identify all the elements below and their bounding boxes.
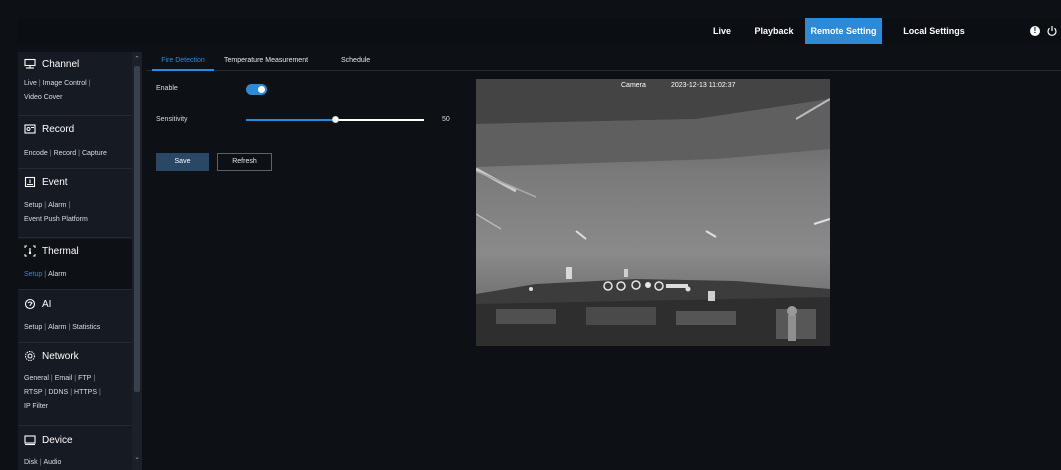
tab-schedule[interactable]: Schedule (341, 52, 381, 71)
thermal-preview: Camera 2023-12-13 11:02:37 (476, 79, 830, 346)
sidebar-links-network: General | Email | FTP | RTSP | DDNS | HTTPS | IP F… (24, 375, 101, 410)
sidebar-link-ddns[interactable]: DDNS (48, 389, 68, 396)
sidebar-link-event-setup[interactable]: Setup (24, 202, 42, 209)
sidebar-title-thermal: Thermal (42, 245, 79, 257)
sidebar-link-rtsp[interactable]: RTSP (24, 389, 43, 396)
nav-remote-setting[interactable]: Remote Setting (805, 18, 882, 44)
sidebar-links-record: Encode | Record | Capture (24, 150, 107, 157)
sidebar-heading-device[interactable]: Device (24, 434, 73, 446)
main-content: Fire Detection Temperature Measurement S… (146, 52, 1061, 470)
sidebar-link-live[interactable]: Live (24, 80, 37, 87)
sidebar-title-channel: Channel (42, 58, 80, 70)
sidebar-section-event: Event Setup | Alarm | Event Push Platform (18, 170, 132, 238)
sidebar-heading-ai[interactable]: AI (24, 298, 51, 310)
save-button[interactable]: Save (156, 153, 209, 171)
sidebar-link-image-control[interactable]: Image Control (43, 80, 87, 87)
sidebar-section-device: Device Disk | Audio (18, 427, 132, 470)
refresh-button[interactable]: Refresh (217, 153, 272, 171)
sensitivity-label: Sensitivity (156, 116, 188, 123)
sidebar-link-https[interactable]: HTTPS (74, 389, 97, 396)
tab-temperature-measurement[interactable]: Temperature Measurement (224, 52, 322, 71)
sidebar-link-ip-filter[interactable]: IP Filter (24, 403, 48, 410)
channel-icon (24, 58, 36, 69)
sidebar-link-disk[interactable]: Disk (24, 459, 38, 466)
sidebar: Channel Live | Image Control | Video Cover … (18, 52, 142, 470)
sidebar-link-event-push-platform[interactable]: Event Push Platform (24, 216, 88, 223)
nav-local-settings[interactable]: Local Settings (888, 18, 980, 44)
sidebar-section-thermal: Thermal Setup | Alarm (18, 239, 132, 290)
sidebar-title-ai: AI (42, 298, 52, 310)
enable-toggle[interactable] (246, 84, 267, 95)
sensitivity-slider-handle[interactable] (332, 116, 339, 123)
sidebar-heading-thermal[interactable]: Thermal (24, 245, 79, 257)
enable-label: Enable (156, 85, 178, 92)
toggle-knob (258, 86, 265, 93)
sidebar-section-ai: AI Setup | Alarm | Statistics (18, 291, 132, 343)
sidebar-heading-network[interactable]: Network (24, 350, 79, 362)
sidebar-links-ai: Setup | Alarm | Statistics (24, 324, 101, 331)
sidebar-link-ai-alarm[interactable]: Alarm (48, 324, 66, 331)
sidebar-links-device: Disk | Audio (24, 459, 62, 466)
top-bar: Live Playback Remote Setting Local Setti… (18, 18, 1061, 44)
network-icon (25, 351, 35, 361)
sidebar-link-ai-statistics[interactable]: Statistics (72, 324, 100, 331)
sidebar-link-capture[interactable]: Capture (82, 150, 107, 157)
sidebar-title-event: Event (42, 176, 68, 188)
device-icon (24, 435, 36, 446)
sidebar-links-thermal: Setup | Alarm (24, 271, 67, 278)
sidebar-title-device: Device (42, 434, 73, 446)
scroll-up-icon[interactable]: ⌃ (133, 56, 141, 64)
sidebar-link-audio[interactable]: Audio (43, 459, 61, 466)
tab-fire-detection[interactable]: Fire Detection (152, 52, 214, 71)
power-icon[interactable] (1046, 25, 1058, 37)
sidebar-link-email[interactable]: Email (55, 375, 73, 382)
sidebar-section-network: Network General | Email | FTP | RTSP | DDNS | HTT… (18, 344, 132, 426)
nav-live[interactable]: Live (704, 18, 740, 44)
sidebar-section-channel: Channel Live | Image Control | Video Cover (18, 52, 132, 116)
osd-timestamp: 2023-12-13 11:02:37 (671, 82, 736, 89)
sidebar-links-channel: Live | Image Control | Video Cover (24, 80, 91, 101)
record-icon (24, 124, 36, 134)
info-icon[interactable]: ! (1030, 26, 1040, 36)
event-icon (24, 176, 36, 188)
sidebar-link-record[interactable]: Record (54, 150, 77, 157)
sidebar-heading-event[interactable]: Event (24, 176, 68, 188)
nav-playback[interactable]: Playback (744, 18, 804, 44)
sidebar-link-general[interactable]: General (24, 375, 49, 382)
sidebar-link-video-cover[interactable]: Video Cover (24, 94, 62, 101)
sidebar-scroll-thumb[interactable] (134, 66, 140, 392)
sensitivity-value: 50 (442, 116, 450, 123)
ai-icon (24, 298, 36, 310)
tab-bar: Fire Detection Temperature Measurement S… (146, 52, 1061, 71)
thermal-scene-image (476, 79, 830, 346)
sidebar-link-event-alarm[interactable]: Alarm (48, 202, 66, 209)
thermal-icon (24, 245, 36, 257)
sidebar-link-thermal-alarm[interactable]: Alarm (48, 271, 66, 278)
sidebar-heading-record[interactable]: Record (24, 123, 74, 135)
sidebar-link-thermal-setup[interactable]: Setup (24, 271, 42, 278)
sidebar-title-network: Network (42, 350, 79, 362)
sidebar-heading-channel[interactable]: Channel (24, 58, 79, 70)
osd-camera-label: Camera (621, 82, 646, 89)
sidebar-link-encode[interactable]: Encode (24, 150, 48, 157)
sidebar-title-record: Record (42, 123, 75, 135)
scroll-down-icon[interactable]: ⌄ (133, 454, 141, 462)
sensitivity-slider-fill (246, 119, 335, 121)
sidebar-links-event: Setup | Alarm | Event Push Platform (24, 202, 88, 223)
sidebar-link-ftp[interactable]: FTP (78, 375, 91, 382)
sidebar-link-ai-setup[interactable]: Setup (24, 324, 42, 331)
sidebar-section-record: Record Encode | Record | Capture (18, 117, 132, 169)
